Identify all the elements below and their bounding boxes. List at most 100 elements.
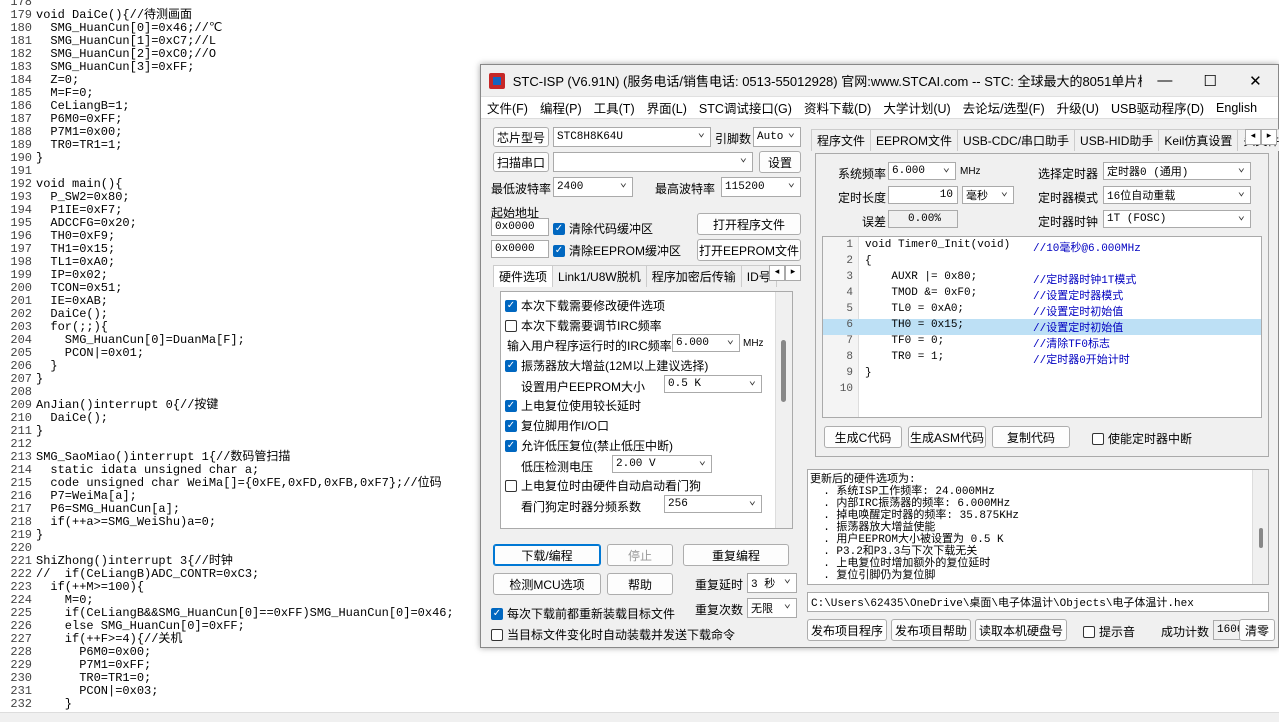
tab-scroll-left-icon[interactable]: ◂ — [1245, 129, 1261, 145]
tab-scroll-right-icon[interactable]: ▸ — [1261, 129, 1277, 145]
file-path-field[interactable]: C:\Users\62435\OneDrive\桌面\电子体温计\Objects… — [807, 592, 1269, 612]
menu-debug[interactable]: STC调试接口(G) — [699, 98, 792, 117]
wdt-div-select[interactable]: 256 — [664, 493, 762, 513]
length-unit-select[interactable]: 毫秒 — [962, 184, 1014, 204]
line-number: 4 — [846, 287, 853, 299]
scrollbar-thumb[interactable] — [781, 340, 786, 402]
stc-isp-window: STC-ISP (V6.91N) (服务电话/销售电话: 0513-550129… — [480, 64, 1279, 648]
line-number: 232 — [10, 697, 32, 711]
menu-download[interactable]: 资料下载(D) — [804, 98, 871, 117]
generated-code-view[interactable]: 1 void Timer0_Init(void)//10毫秒@6.000MHz 2{… — [822, 236, 1262, 418]
minimize-button[interactable]: — — [1142, 65, 1187, 97]
maximize-button[interactable]: ☐ — [1188, 65, 1233, 97]
open-program-button[interactable]: 打开程序文件 — [697, 213, 801, 235]
title-bar: STC-ISP (V6.91N) (服务电话/销售电话: 0513-550129… — [481, 65, 1278, 97]
clear-count-button[interactable]: 清零 — [1239, 619, 1275, 641]
log-scrollbar[interactable] — [1252, 470, 1268, 584]
irc-select[interactable]: 6.000 — [672, 332, 740, 352]
port-select[interactable] — [553, 150, 753, 172]
copy-code-button[interactable]: 复制代码 — [992, 426, 1070, 448]
window-title: STC-ISP (V6.91N) (服务电话/销售电话: 0513-550129… — [512, 74, 1143, 89]
help-button[interactable]: 帮助 — [607, 573, 673, 595]
wdt-auto-checkbox[interactable]: 上电复位时由硬件自动启动看门狗 — [505, 477, 701, 494]
repeat-count-label: 重复次数 — [695, 603, 744, 617]
publish-program-button[interactable]: 发布项目程序 — [807, 619, 887, 641]
chip-model-button[interactable]: 芯片型号 — [493, 127, 549, 147]
line-number: 2 — [846, 255, 853, 267]
checkbox-box — [505, 479, 517, 492]
low-volt-reset-checkbox[interactable]: ✓ 允许低压复位(禁止低压中断) — [505, 437, 673, 454]
check-icon: ✓ — [553, 244, 565, 257]
tab-usb-hid[interactable]: USB-HID助手 — [1074, 129, 1160, 151]
stop-button[interactable]: 停止 — [607, 544, 673, 566]
open-eeprom-button[interactable]: 打开EEPROM文件 — [697, 239, 801, 261]
close-button[interactable]: ✕ — [1233, 65, 1278, 97]
reset-io-checkbox[interactable]: ✓ 复位脚用作I/O口 — [505, 417, 609, 434]
tab-link1[interactable]: Link1/U8W脱机 — [552, 265, 647, 287]
tab-hardware[interactable]: 硬件选项 — [493, 265, 554, 287]
menu-english[interactable]: English — [1216, 101, 1257, 115]
options-scrollbar[interactable] — [775, 292, 792, 528]
code-addr-input[interactable]: 0x0000 — [491, 218, 549, 236]
gen-c-button[interactable]: 生成C代码 — [824, 426, 902, 448]
clear-eeprom-checkbox[interactable]: ✓ 清除EEPROM缓冲区 — [553, 242, 681, 259]
line-text: } — [36, 372, 44, 386]
reload-before-checkbox[interactable]: ✓ 每次下载前都重新装载目标文件 — [491, 605, 675, 622]
menu-interface[interactable]: 界面(L) — [647, 98, 687, 117]
menu-forum[interactable]: 去论坛/选型(F) — [963, 98, 1045, 117]
tab-usb-cdc[interactable]: USB-CDC/串口助手 — [957, 129, 1076, 151]
mode-select[interactable]: 16位自动重载 — [1103, 184, 1251, 204]
code-row: 1 void Timer0_Init(void) //10毫秒@6.000MHz — [823, 239, 1261, 255]
menu-file[interactable]: 文件(F) — [487, 98, 528, 117]
read-disk-button[interactable]: 读取本机硬盘号 — [975, 619, 1067, 641]
eeprom-addr-input[interactable]: 0x0000 — [491, 240, 549, 258]
modify-hw-checkbox[interactable]: ✓ 本次下载需要修改硬件选项 — [505, 297, 665, 314]
eeprom-size-select[interactable]: 0.5 K — [664, 373, 762, 393]
repeat-count-select[interactable]: 无限 — [747, 596, 797, 618]
pins-select[interactable]: Auto — [753, 125, 801, 147]
min-baud-select[interactable]: 2400 — [553, 175, 633, 197]
menu-upgrade[interactable]: 升级(U) — [1057, 98, 1099, 117]
beep-checkbox[interactable]: 提示音 — [1083, 623, 1135, 640]
max-baud-select[interactable]: 115200 — [721, 175, 801, 197]
mode-label: 定时器模式 — [1038, 191, 1099, 205]
check-mcu-button[interactable]: 检测MCU选项 — [493, 573, 601, 595]
auto-reload-checkbox[interactable]: 当目标文件变化时自动装载并发送下载命令 — [491, 626, 735, 643]
settings-button[interactable]: 设置 — [759, 151, 801, 173]
tab-scroll-left-icon[interactable]: ◂ — [769, 265, 785, 281]
scan-port-button[interactable]: 扫描串口 — [493, 152, 549, 172]
tab-keil[interactable]: Keil仿真设置 — [1158, 129, 1239, 151]
chip-model-select[interactable]: STC8H8K64U — [553, 125, 711, 147]
menu-program[interactable]: 编程(P) — [540, 98, 582, 117]
osc-gain-checkbox[interactable]: ✓ 振荡器放大增益(12M以上建议选择) — [505, 357, 708, 374]
repeat-program-button[interactable]: 重复编程 — [683, 544, 789, 566]
tab-scroll-right-icon[interactable]: ▸ — [785, 265, 801, 281]
code-line: 218 if(++a>=SMG_WeiShu)a=0; — [0, 516, 480, 529]
tab-encrypt[interactable]: 程序加密后传输 — [645, 265, 742, 287]
length-input[interactable]: 10 — [888, 186, 958, 204]
clock-select[interactable]: 1T (FOSC) — [1103, 208, 1251, 228]
clear-code-checkbox[interactable]: ✓ 清除代码缓冲区 — [553, 220, 653, 237]
download-program-button[interactable]: 下载/编程 — [493, 544, 601, 566]
menu-usb-driver[interactable]: USB驱动程序(D) — [1111, 98, 1204, 117]
low-volt-select[interactable]: 2.00 V — [612, 453, 712, 473]
timer-select[interactable]: 定时器0 (通用) — [1103, 160, 1251, 180]
code-line: 206 } — [0, 360, 480, 373]
adjust-irc-checkbox[interactable]: 本次下载需要调节IRC频率 — [505, 317, 662, 334]
sysfreq-select[interactable]: 6.000 — [888, 160, 956, 180]
sysfreq-unit: MHz — [960, 166, 981, 177]
repeat-delay-select[interactable]: 3 秒 — [747, 571, 797, 593]
publish-help-button[interactable]: 发布项目帮助 — [891, 619, 971, 641]
menu-tools[interactable]: 工具(T) — [594, 98, 635, 117]
menu-university[interactable]: 大学计划(U) — [883, 98, 950, 117]
tab-program-file[interactable]: 程序文件 — [811, 129, 872, 151]
power-delay-checkbox[interactable]: ✓ 上电复位使用较长延时 — [505, 397, 641, 414]
enable-int-checkbox[interactable]: 使能定时器中断 — [1092, 430, 1192, 447]
log-output[interactable]: 更新后的硬件选项为: . 系统ISP工作频率: 24.000MHz . 内部IR… — [807, 469, 1269, 585]
timer-select-label: 选择定时器 — [1038, 167, 1099, 181]
gen-asm-button[interactable]: 生成ASM代码 — [908, 426, 986, 448]
tab-scroll: ◂ ▸ — [769, 265, 801, 281]
tab-eeprom-file[interactable]: EEPROM文件 — [870, 129, 959, 151]
line-text: } — [36, 151, 44, 165]
scrollbar-thumb[interactable] — [1259, 528, 1263, 548]
